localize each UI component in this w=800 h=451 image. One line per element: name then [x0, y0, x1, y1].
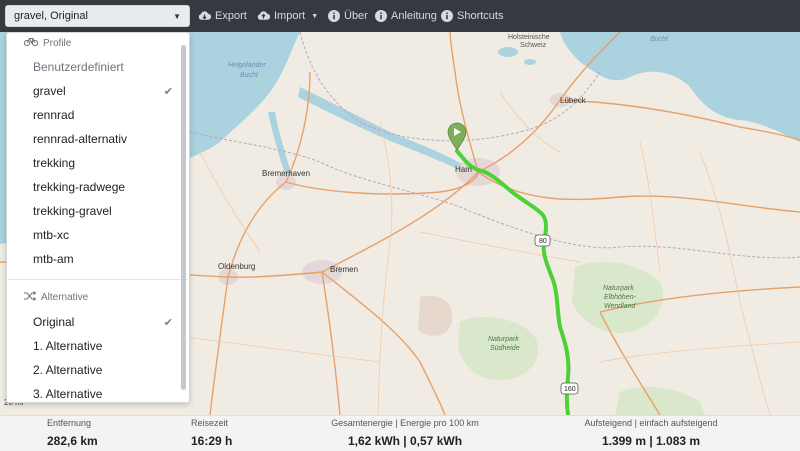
stat-time: Reisezeit 16:29 h — [191, 418, 232, 448]
profile-select[interactable]: gravel, Original ▼ — [5, 5, 190, 27]
map-label-region: Schweiz — [520, 42, 547, 49]
profiles-header-label: Profile — [43, 37, 72, 49]
stat-distance-value: 282,6 km — [47, 434, 98, 448]
stat-time-value: 16:29 h — [191, 434, 233, 448]
road-shield-label: 80 — [539, 238, 547, 245]
profile-item-label: mtb-am — [33, 252, 74, 266]
manual-label: Anleitung — [391, 10, 437, 22]
profile-item-label: Benutzerdefiniert — [33, 60, 124, 74]
stat-ascent-label: Aufsteigend | einfach aufsteigend — [584, 418, 718, 428]
map-label-sea: Bucht — [240, 72, 258, 79]
check-icon: ✔ — [163, 316, 173, 329]
shortcuts-label: Shortcuts — [457, 10, 504, 22]
bicycle-icon — [23, 37, 39, 49]
info-icon — [374, 10, 387, 23]
alternative-item-label: 1. Alternative — [33, 339, 103, 353]
profile-item-label: trekking-radwege — [33, 180, 126, 194]
map-label-sea: Helgoländer — [228, 62, 266, 69]
alternative-item-label: Original — [33, 315, 75, 329]
profile-item-mtb-am[interactable]: mtb-am — [33, 249, 173, 269]
map-label-city: Bremen — [330, 265, 359, 274]
map-label-sea: Bucht — [650, 36, 668, 43]
check-icon: ✔ — [163, 85, 173, 98]
profile-item-rennrad-alternativ[interactable]: rennrad-alternativ — [33, 129, 173, 149]
alternative-header-label: Alternative — [41, 291, 89, 303]
alternative-item-label: 3. Alternative — [33, 387, 103, 401]
map-label-park: Elbhöhen- — [604, 294, 636, 301]
top-toolbar: gravel, Original ▼ Export Import ▼ Über … — [0, 0, 800, 32]
alternative-item-original[interactable]: Original ✔ — [33, 312, 173, 332]
profile-item-label: trekking-gravel — [33, 204, 112, 218]
dropdown-divider — [8, 279, 188, 280]
map-label-city: Bremerhaven — [262, 169, 311, 178]
profile-item-label: rennrad-alternativ — [33, 132, 128, 146]
map-label-city: Lübeck — [560, 96, 586, 105]
alternative-item-label: 2. Alternative — [33, 363, 103, 377]
road-shield-label: 160 — [564, 386, 576, 393]
stat-distance: Entfernung 282,6 km — [47, 418, 98, 448]
stat-ascent-value: 1.399 m | 1.083 m — [601, 434, 701, 448]
profile-item-trekking[interactable]: trekking — [33, 153, 173, 173]
export-button[interactable]: Export — [198, 0, 247, 32]
profile-item-benutzerdefiniert[interactable]: Benutzerdefiniert — [33, 57, 173, 77]
chevron-down-icon: ▼ — [311, 12, 319, 20]
profile-select-value: gravel, Original — [14, 10, 88, 22]
profiles-header: Profile — [23, 35, 72, 51]
stat-distance-label: Entfernung — [47, 418, 92, 428]
dropdown-scrollbar[interactable] — [181, 45, 186, 390]
profile-item-rennrad[interactable]: rennrad — [33, 105, 173, 125]
profile-dropdown-menu: Profile Benutzerdefiniert gravel ✔ rennr… — [6, 32, 190, 403]
cloud-download-icon — [198, 10, 211, 23]
stat-time-label: Reisezeit — [191, 418, 229, 428]
shortcuts-button[interactable]: Shortcuts — [440, 0, 503, 32]
map-label-region: Holsteinische — [508, 34, 550, 41]
info-icon — [440, 10, 453, 23]
profile-item-label: trekking — [33, 156, 76, 170]
profile-item-trekking-gravel[interactable]: trekking-gravel — [33, 201, 173, 221]
alternative-header: Alternative — [24, 289, 88, 305]
alternative-item-2[interactable]: 2. Alternative — [33, 360, 173, 380]
profile-item-trekking-radwege[interactable]: trekking-radwege — [33, 177, 173, 197]
alternative-item-1[interactable]: 1. Alternative — [33, 336, 173, 356]
info-icon — [327, 10, 340, 23]
profile-item-label: mtb-xc — [33, 228, 69, 242]
import-button[interactable]: Import ▼ — [257, 0, 318, 32]
map-label-city: Ham — [455, 165, 472, 174]
stat-energy: Gesamtenergie | Energie pro 100 km 1,62 … — [325, 418, 485, 448]
about-button[interactable]: Über — [327, 0, 368, 32]
map-label-park: Südheide — [490, 345, 520, 352]
import-label: Import — [274, 10, 306, 22]
profile-item-label: rennrad — [33, 108, 75, 122]
map-label-park: Wendland — [604, 303, 636, 310]
stat-energy-value: 1,62 kWh | 0,57 kWh — [347, 434, 463, 448]
export-label: Export — [215, 10, 247, 22]
about-label: Über — [344, 10, 368, 22]
route-stats-bar: Entfernung 282,6 km Reisezeit 16:29 h Ge… — [0, 415, 800, 451]
profile-item-mtb-xc[interactable]: mtb-xc — [33, 225, 173, 245]
map-label-city: Oldenburg — [218, 262, 256, 271]
start-marker[interactable] — [447, 122, 467, 151]
alternative-item-3[interactable]: 3. Alternative — [33, 384, 173, 404]
profile-item-gravel[interactable]: gravel ✔ — [33, 81, 173, 101]
stat-energy-label: Gesamtenergie | Energie pro 100 km — [331, 418, 479, 428]
cloud-upload-icon — [257, 10, 270, 23]
map-label-park: Naturpark — [488, 336, 519, 343]
shuffle-icon — [24, 290, 37, 304]
profile-item-label: gravel — [33, 84, 66, 98]
manual-button[interactable]: Anleitung — [374, 0, 437, 32]
stat-ascent: Aufsteigend | einfach aufsteigend 1.399 … — [576, 418, 726, 448]
chevron-down-icon: ▼ — [173, 11, 181, 21]
map-label-park: Naturpark — [603, 285, 634, 292]
